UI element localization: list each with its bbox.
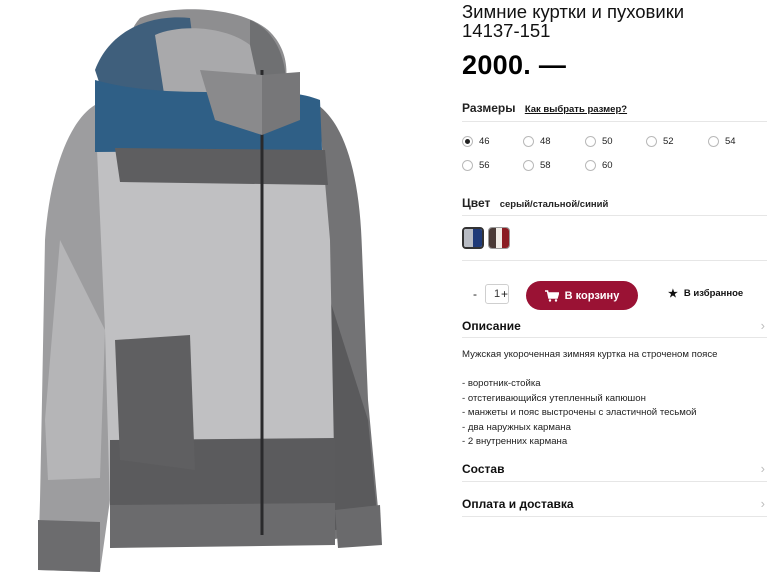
sizes-heading-row: Размеры Как выбрать размер? bbox=[462, 101, 627, 115]
qty-minus-button[interactable]: - bbox=[473, 287, 477, 301]
size-guide-link[interactable]: Как выбрать размер? bbox=[525, 104, 627, 115]
chevron-right-icon: › bbox=[760, 461, 765, 476]
radio-icon[interactable] bbox=[523, 160, 534, 171]
size-option-58[interactable]: 58 bbox=[523, 160, 551, 171]
add-to-favorites-button[interactable]: ★ В избранное bbox=[668, 287, 743, 300]
star-icon: ★ bbox=[668, 288, 678, 300]
chevron-right-icon: › bbox=[760, 496, 765, 511]
swatch-stripe bbox=[489, 228, 496, 248]
size-option-54[interactable]: 54 bbox=[708, 136, 736, 147]
size-option-60[interactable]: 60 bbox=[585, 160, 613, 171]
size-option-label: 48 bbox=[540, 136, 551, 147]
sizes-heading: Размеры bbox=[462, 101, 516, 115]
size-option-56[interactable]: 56 bbox=[462, 160, 490, 171]
product-image[interactable] bbox=[0, 0, 440, 581]
size-option-label: 56 bbox=[479, 160, 490, 171]
size-option-label: 52 bbox=[663, 136, 674, 147]
size-option-label: 54 bbox=[725, 136, 736, 147]
delivery-heading: Оплата и доставка bbox=[462, 497, 574, 511]
size-option-label: 58 bbox=[540, 160, 551, 171]
size-option-label: 60 bbox=[602, 160, 613, 171]
radio-checked-icon[interactable] bbox=[462, 136, 473, 147]
divider bbox=[462, 337, 767, 338]
swatch-stripe bbox=[502, 228, 509, 248]
product-price: 2000. — bbox=[462, 50, 567, 80]
divider bbox=[462, 260, 767, 261]
divider bbox=[462, 516, 767, 517]
add-to-cart-label: В корзину bbox=[564, 289, 620, 302]
qty-value: 1 bbox=[493, 288, 501, 300]
divider bbox=[462, 481, 767, 482]
size-option-46[interactable]: 46 bbox=[462, 136, 490, 147]
description-section-header[interactable]: Описание › bbox=[462, 318, 767, 333]
product-title-line: Зимние куртки и пуховики bbox=[462, 1, 685, 22]
radio-icon[interactable] bbox=[585, 160, 596, 171]
description-text: Мужская укороченная зимняя куртка на стр… bbox=[462, 348, 767, 450]
feature-item: - 2 внутренних кармана bbox=[462, 436, 568, 447]
cart-icon bbox=[544, 289, 559, 302]
feature-item: - воротник-стойка bbox=[462, 378, 541, 389]
radio-icon[interactable] bbox=[646, 136, 657, 147]
radio-icon[interactable] bbox=[462, 160, 473, 171]
swatch-stripe bbox=[464, 229, 473, 247]
radio-icon[interactable] bbox=[708, 136, 719, 147]
color-swatch-selected[interactable] bbox=[462, 227, 484, 249]
swatch-stripe bbox=[473, 229, 482, 247]
add-to-cart-button[interactable]: В корзину bbox=[526, 281, 638, 310]
feature-item: - отстегивающийся утепленный капюшон bbox=[462, 392, 646, 404]
size-option-label: 46 bbox=[479, 136, 490, 147]
feature-item: - манжеты и пояс выстрочены с эластичной… bbox=[462, 407, 697, 418]
color-heading: Цвет bbox=[462, 196, 491, 210]
size-option-52[interactable]: 52 bbox=[646, 136, 674, 147]
radio-icon[interactable] bbox=[523, 136, 534, 147]
divider bbox=[462, 215, 767, 216]
jacket-illustration bbox=[38, 9, 382, 572]
color-value: серый/стальной/синий bbox=[499, 199, 609, 210]
description-intro: Мужская укороченная зимняя куртка на стр… bbox=[462, 349, 718, 360]
delivery-section-header[interactable]: Оплата и доставка › bbox=[462, 496, 767, 511]
description-heading: Описание bbox=[462, 319, 521, 333]
qty-plus-button[interactable]: + bbox=[501, 287, 508, 301]
product-article: 14137-151 bbox=[462, 20, 551, 41]
divider bbox=[462, 121, 767, 122]
composition-heading: Состав bbox=[462, 462, 505, 476]
radio-icon[interactable] bbox=[585, 136, 596, 147]
size-option-50[interactable]: 50 bbox=[585, 136, 613, 147]
quantity-stepper: - 1 + bbox=[473, 284, 509, 304]
size-option-48[interactable]: 48 bbox=[523, 136, 551, 147]
size-option-label: 50 bbox=[602, 136, 613, 147]
color-heading-row: Цвет серый/стальной/синий bbox=[462, 196, 608, 210]
color-swatch[interactable] bbox=[488, 227, 510, 249]
swatch-stripe bbox=[495, 228, 503, 248]
composition-section-header[interactable]: Состав › bbox=[462, 461, 767, 476]
product-title: Зимние куртки и пуховики 14137-151 bbox=[462, 2, 762, 40]
feature-item: - два наружных кармана bbox=[462, 421, 571, 433]
favorites-label: В избранное bbox=[683, 288, 744, 299]
chevron-right-icon: › bbox=[760, 318, 765, 333]
